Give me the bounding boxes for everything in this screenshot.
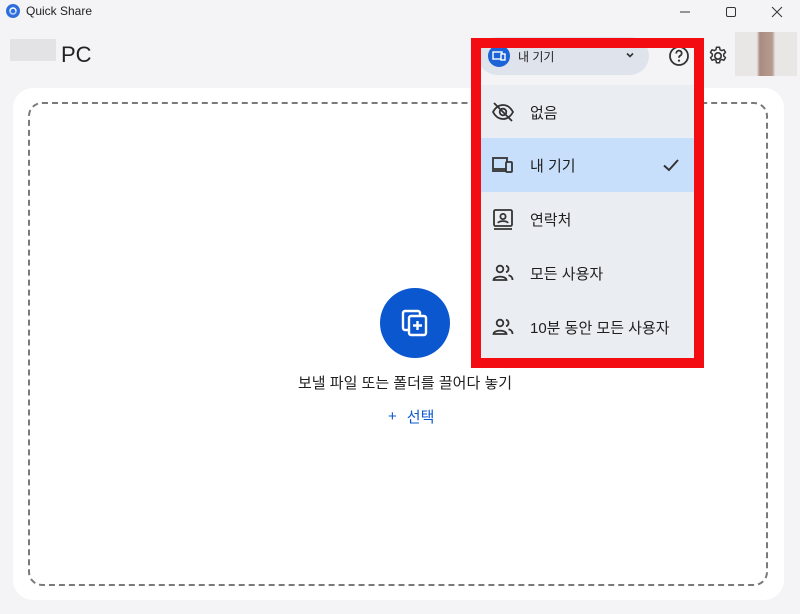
check-icon bbox=[663, 159, 679, 172]
close-icon bbox=[771, 6, 783, 18]
devices-icon bbox=[492, 157, 513, 173]
quick-share-window: Quick Share PC 내 기기 보낼 파일 또는 폴더를 끌어다 놓기 … bbox=[0, 0, 800, 614]
menu-item-label: 없음 bbox=[530, 104, 558, 122]
device-name: PC bbox=[61, 42, 92, 67]
devices-icon bbox=[488, 45, 510, 67]
menu-item-label: 모든 사용자 bbox=[530, 265, 604, 283]
title-bar: Quick Share bbox=[0, 0, 800, 24]
plus-icon: + bbox=[388, 408, 397, 425]
menu-item-everyone[interactable]: 모든 사용자 bbox=[481, 246, 694, 300]
chevron-down-icon bbox=[626, 52, 634, 58]
minimize-button[interactable] bbox=[662, 0, 708, 24]
gear-icon[interactable] bbox=[707, 45, 729, 67]
help-icon[interactable] bbox=[668, 45, 690, 67]
visibility-dropdown[interactable]: 내 기기 bbox=[478, 37, 649, 75]
close-button[interactable] bbox=[754, 0, 800, 24]
quick-share-logo-icon bbox=[6, 4, 20, 18]
add-file-icon bbox=[401, 309, 428, 337]
device-thumbnail bbox=[10, 39, 56, 61]
maximize-icon bbox=[726, 7, 736, 17]
visibility-menu: 없음 내 기기 연락처 모든 사용자 10분 동안 모든 사용자 bbox=[481, 85, 694, 359]
menu-item-label: 10분 동안 모든 사용자 bbox=[530, 319, 670, 337]
people-icon bbox=[492, 318, 514, 335]
drop-instructions: 보낼 파일 또는 폴더를 끌어다 놓기 bbox=[298, 375, 513, 392]
menu-item-label: 연락처 bbox=[530, 211, 572, 229]
visibility-label: 내 기기 bbox=[518, 50, 555, 64]
menu-item-my-devices[interactable]: 내 기기 bbox=[481, 138, 694, 192]
select-label: 선택 bbox=[406, 409, 435, 426]
window-title: Quick Share bbox=[26, 4, 93, 18]
maximize-button[interactable] bbox=[708, 0, 754, 24]
avatar[interactable] bbox=[735, 32, 797, 76]
menu-item-everyone-10min[interactable]: 10분 동안 모든 사용자 bbox=[481, 300, 694, 354]
eye-off-icon bbox=[491, 102, 515, 122]
minimize-icon bbox=[680, 11, 690, 13]
menu-item-label: 내 기기 bbox=[530, 157, 576, 175]
menu-item-contacts[interactable]: 연락처 bbox=[481, 192, 694, 246]
add-files-button[interactable] bbox=[380, 288, 450, 358]
select-files-link[interactable]: + 선택 bbox=[388, 406, 434, 427]
people-icon bbox=[492, 264, 514, 281]
menu-item-none[interactable]: 없음 bbox=[481, 85, 694, 139]
contact-card-icon bbox=[493, 209, 513, 230]
